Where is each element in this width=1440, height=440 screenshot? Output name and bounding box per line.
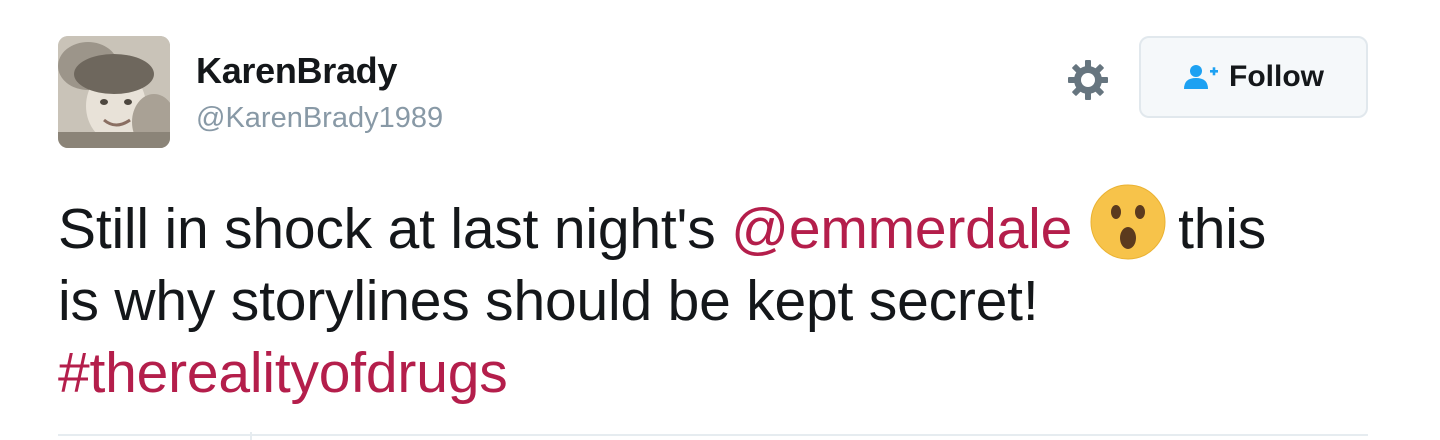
mention-link[interactable]: @emmerdale (731, 197, 1072, 261)
divider (58, 434, 1368, 436)
tweet-text: Still in shock at last night's @emmerdal… (58, 184, 1388, 409)
profile-photo-icon (58, 36, 170, 148)
tweet-line-1: Still in shock at last night's @emmerdal… (58, 184, 1388, 265)
tweet-text-part1: Still in shock at last night's (58, 197, 732, 261)
user-name[interactable]: KarenBrady (196, 50, 397, 92)
astonished-face-icon (1090, 184, 1166, 260)
avatar[interactable] (58, 36, 170, 148)
hashtag-link[interactable]: #therealityofdrugs (58, 341, 508, 405)
gear-icon[interactable] (1066, 58, 1110, 102)
user-handle[interactable]: @KarenBrady1989 (196, 102, 443, 135)
divider-tick (250, 432, 252, 440)
follow-button[interactable]: Follow (1139, 36, 1368, 118)
add-user-icon (1184, 65, 1218, 89)
tweet-card: KarenBrady @KarenBrady1989 Follow Still … (0, 0, 1440, 440)
tweet-text-part2: this (1178, 197, 1267, 261)
tweet-line-2: is why storylines should be kept secret! (58, 269, 1039, 333)
follow-label: Follow (1229, 60, 1324, 93)
tweet-line-3: #therealityofdrugs (58, 337, 1388, 409)
